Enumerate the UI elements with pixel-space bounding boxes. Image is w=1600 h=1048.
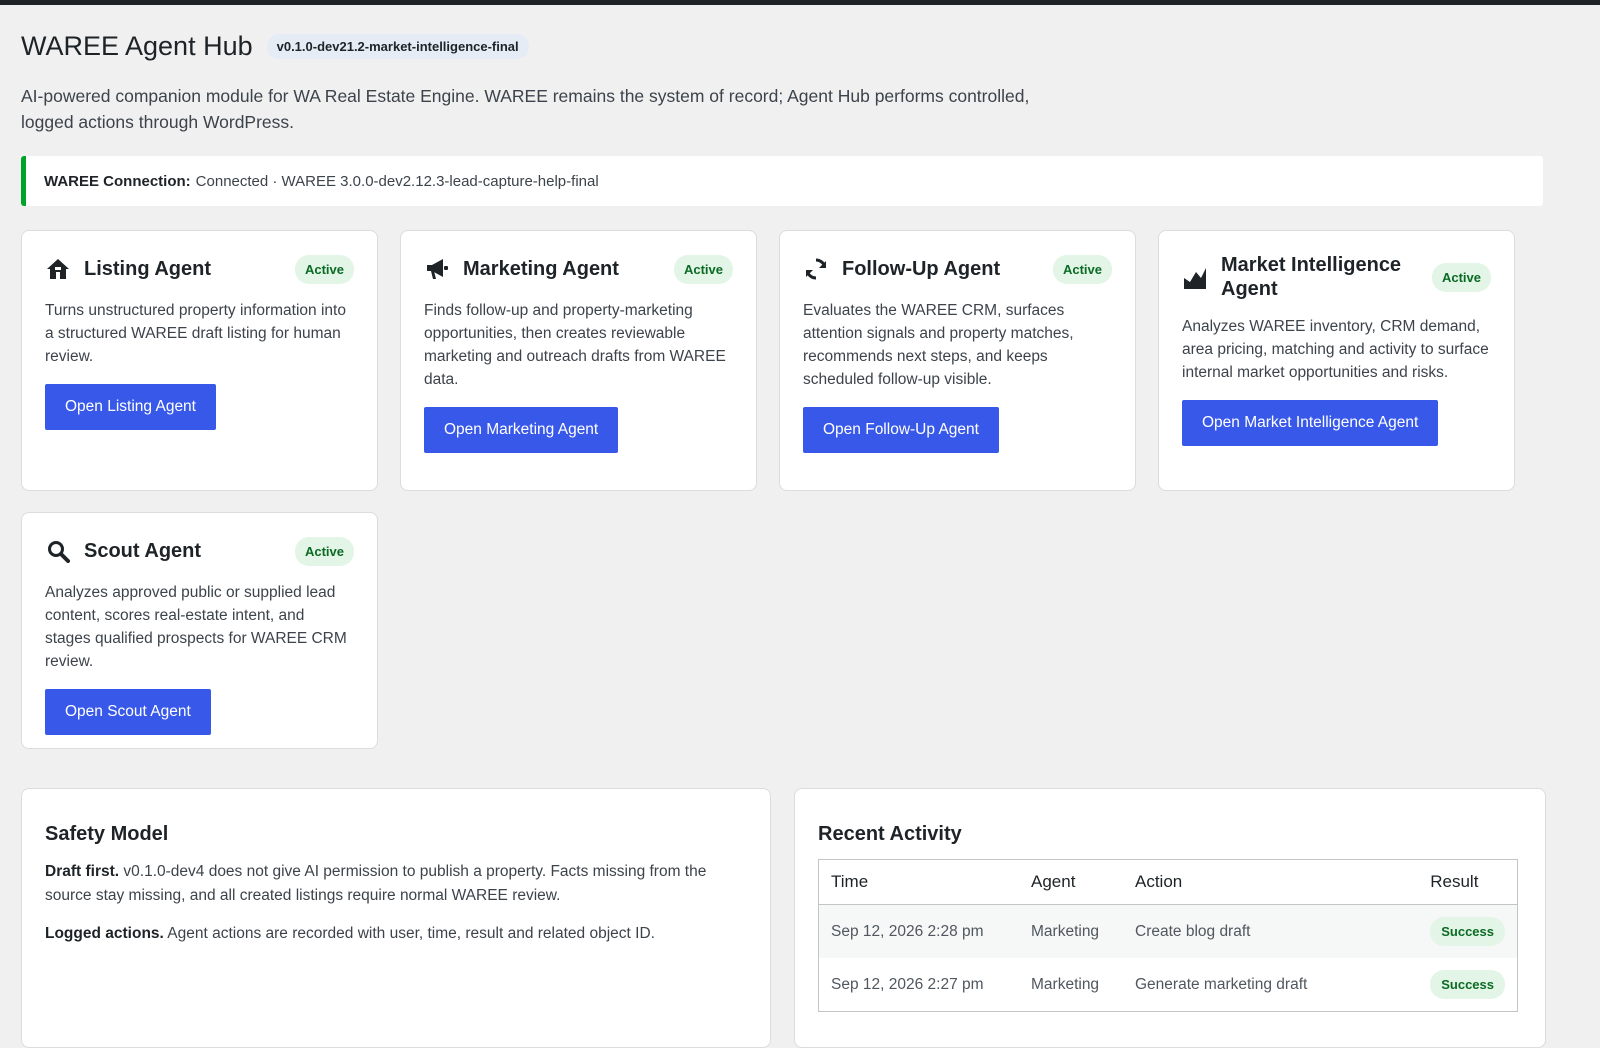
card-description: Analyzes WAREE inventory, CRM demand, ar… xyxy=(1182,318,1489,381)
connection-notice: WAREE Connection: Connected · WAREE 3.0.… xyxy=(21,156,1543,206)
status-badge: Active xyxy=(294,254,354,284)
safety-logged-text: Agent actions are recorded with user, ti… xyxy=(167,925,655,942)
table-row: Sep 12, 2026 2:28 pm Marketing Create bl… xyxy=(818,904,1518,958)
safety-draft-label: Draft first. xyxy=(45,863,120,880)
safety-logged-label: Logged actions. xyxy=(45,925,164,942)
agent-card-marketing: Marketing Agent Active Finds follow-up a… xyxy=(400,230,757,491)
status-badge: Active xyxy=(1431,262,1491,292)
open-listing-agent-button[interactable]: Open Listing Agent xyxy=(45,384,216,430)
card-header: Listing Agent Active xyxy=(45,253,354,285)
card-description: Analyzes approved public or supplied lea… xyxy=(45,584,347,670)
column-header-action: Action xyxy=(1123,859,1419,905)
column-header-agent: Agent xyxy=(1019,859,1123,905)
safety-paragraph-logged: Logged actions. Agent actions are record… xyxy=(45,922,747,946)
result-badge: Success xyxy=(1430,970,1505,999)
page-title: WAREE Agent Hub xyxy=(21,30,253,61)
result-badge: Success xyxy=(1430,917,1505,946)
chart-area-icon xyxy=(1182,264,1208,290)
open-marketing-agent-button[interactable]: Open Marketing Agent xyxy=(424,407,619,453)
agent-card-scout: Scout Agent Active Analyzes approved pub… xyxy=(21,512,378,749)
card-header: Scout Agent Active xyxy=(45,535,354,567)
open-follow-up-agent-button[interactable]: Open Follow-Up Agent xyxy=(803,407,999,453)
open-market-intelligence-agent-button[interactable]: Open Market Intelligence Agent xyxy=(1182,400,1439,446)
card-title: Listing Agent xyxy=(84,258,212,280)
admin-top-bar xyxy=(0,0,1600,5)
open-scout-agent-button[interactable]: Open Scout Agent xyxy=(45,689,211,735)
cell-agent: Marketing xyxy=(1019,904,1123,958)
cell-time: Sep 12, 2026 2:27 pm xyxy=(831,975,984,993)
search-icon xyxy=(45,538,71,564)
card-header: Market Intelligence Agent Active xyxy=(1182,253,1491,301)
activity-title: Recent Activity xyxy=(818,823,962,845)
column-header-result: Result xyxy=(1418,859,1518,905)
safety-model-panel: Safety Model Draft first. v0.1.0-dev4 do… xyxy=(21,788,771,1048)
safety-title: Safety Model xyxy=(45,823,169,845)
card-description: Turns unstructured property information … xyxy=(45,302,346,365)
safety-paragraph-draft: Draft first. v0.1.0-dev4 does not give A… xyxy=(45,860,747,908)
intro-text: AI-powered companion module for WA Real … xyxy=(21,86,1030,132)
agent-card-listing: Listing Agent Active Turns unstructured … xyxy=(21,230,378,491)
title-row: WAREE Agent Hub v0.1.0-dev21.2-market-in… xyxy=(21,26,1546,66)
card-description: Finds follow-up and property-marketing o… xyxy=(424,302,726,388)
table-row: Sep 12, 2026 2:27 pm Marketing Generate … xyxy=(819,958,1518,1012)
home-icon xyxy=(45,256,71,282)
cell-agent: Marketing xyxy=(1031,975,1100,993)
status-badge: Active xyxy=(294,536,354,566)
card-description: Evaluates the WAREE CRM, surfaces attent… xyxy=(803,302,1074,388)
card-title: Market Intelligence Agent xyxy=(1221,254,1402,300)
status-badge: Active xyxy=(1052,254,1112,284)
activity-table: Time Agent Action Result Sep 12, 2026 2:… xyxy=(818,859,1518,1012)
refresh-icon xyxy=(803,256,829,282)
card-header: Follow-Up Agent Active xyxy=(803,253,1112,285)
card-title: Marketing Agent xyxy=(463,258,619,280)
table-header-row: Time Agent Action Result xyxy=(818,859,1518,905)
card-header: Marketing Agent Active xyxy=(424,253,733,285)
card-title: Scout Agent xyxy=(84,540,202,562)
page-wrap: WAREE Agent Hub v0.1.0-dev21.2-market-in… xyxy=(21,26,1546,750)
agent-grid: Listing Agent Active Turns unstructured … xyxy=(21,230,1546,750)
recent-activity-panel: Recent Activity Time Agent Action Result… xyxy=(794,788,1546,1048)
connection-status: Connected · WAREE 3.0.0-dev2.12.3-lead-c… xyxy=(195,172,599,190)
connection-label: WAREE Connection: xyxy=(44,172,191,190)
status-badge: Active xyxy=(673,254,733,284)
cell-result: Success xyxy=(1418,904,1518,958)
agent-card-market-intelligence: Market Intelligence Agent Active Analyze… xyxy=(1158,230,1515,491)
cell-action: Create blog draft xyxy=(1123,904,1419,958)
column-header-time: Time xyxy=(818,859,1019,905)
cell-time: Sep 12, 2026 2:28 pm xyxy=(818,904,1019,958)
version-badge: v0.1.0-dev21.2-market-intelligence-final xyxy=(266,33,529,59)
agent-card-follow-up: Follow-Up Agent Active Evaluates the WAR… xyxy=(779,230,1136,491)
megaphone-icon xyxy=(424,256,450,282)
card-title: Follow-Up Agent xyxy=(842,258,1001,280)
safety-draft-text: v0.1.0-dev4 does not give AI permission … xyxy=(45,863,707,904)
cell-action: Generate marketing draft xyxy=(1135,975,1308,993)
cell-result: Success xyxy=(1418,958,1517,1012)
